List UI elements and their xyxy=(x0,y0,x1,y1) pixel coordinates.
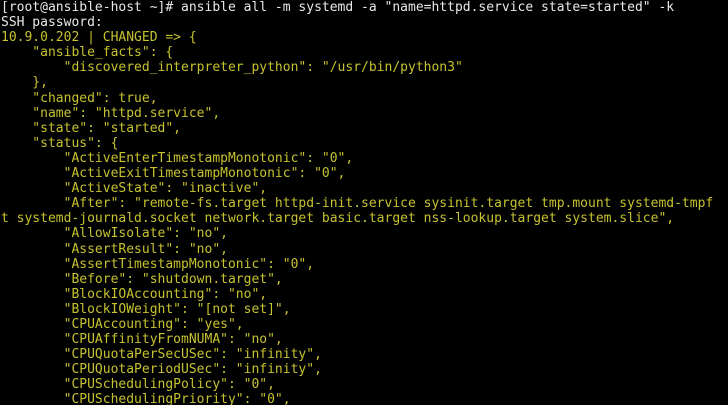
output-host-status: 10.9.0.202 | CHANGED => { xyxy=(1,30,197,46)
output-line: "status": { xyxy=(1,135,119,151)
output-line: "ActiveState": "inactive", xyxy=(1,181,268,197)
output-line: "state": "started", xyxy=(1,120,182,136)
output-line: "CPUAccounting": "yes", xyxy=(1,316,244,332)
output-line: "discovered_interpreter_python": "/usr/b… xyxy=(1,60,463,76)
output-line: "CPUSchedulingPolicy": "0", xyxy=(1,377,275,393)
terminal-window[interactable]: [root@ansible-host ~]# ansible all -m sy… xyxy=(0,0,728,405)
output-line: "CPUAffinityFromNUMA": "no", xyxy=(1,332,283,348)
output-line: "ActiveEnterTimestampMonotonic": "0", xyxy=(1,150,354,166)
output-line: "AllowIsolate": "no", xyxy=(1,226,228,242)
output-line: }, xyxy=(1,75,48,91)
output-line: "ActiveExitTimestampMonotonic": "0", xyxy=(1,166,346,182)
output-line: "ansible_facts": { xyxy=(1,45,174,61)
output-line: t systemd-journald.socket network.target… xyxy=(1,211,675,227)
ssh-password-prompt[interactable]: SSH password: xyxy=(0,15,728,30)
output-line: "Before": "shutdown.target", xyxy=(1,271,283,287)
output-line: "CPUQuotaPeriodUSec": "infinity", xyxy=(1,362,322,378)
output-line: "After": "remote-fs.target httpd-init.se… xyxy=(1,196,714,212)
output-line: "name": "httpd.service", xyxy=(1,105,221,121)
output-line: "CPUSchedulingPriority": "0", xyxy=(1,392,291,405)
output-line: "BlockIOAccounting": "no", xyxy=(1,286,268,302)
output-line: "changed": true, xyxy=(1,90,158,106)
command-line: [root@ansible-host ~]# ansible all -m sy… xyxy=(1,0,675,15)
output-line: "BlockIOWeight": "[not set]", xyxy=(1,301,291,317)
output-line: "AssertTimestampMonotonic": "0", xyxy=(1,256,315,272)
output-line: "CPUQuotaPerSecUSec": "infinity", xyxy=(1,347,322,363)
output-line: "AssertResult": "no", xyxy=(1,241,228,257)
